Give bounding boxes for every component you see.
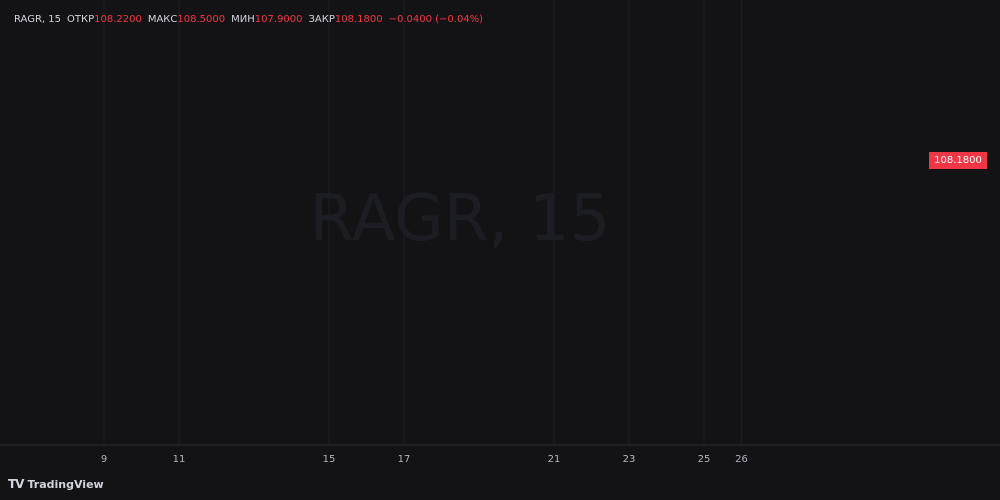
ohlc-header: RAGR, 15 ОТКР108.2200 МАКС108.5000 МИН10… (14, 14, 483, 25)
x-tick-label: 15 (323, 454, 336, 465)
low-value: 107.9000 (254, 14, 303, 25)
symbol-label[interactable]: RAGR, 15 (14, 14, 61, 25)
last-price-badge: 108.1800 (929, 152, 987, 169)
chart-canvas[interactable]: RAGR, 15 16.0115 (16.89%) 160115 94.0000… (0, 0, 1000, 500)
symbol-watermark: RAGR, 15 (310, 182, 611, 256)
close-label: ЗАКР (308, 14, 335, 25)
close-value: 108.1800 (334, 14, 383, 25)
low-label: МИН (231, 14, 255, 25)
x-tick-label: 21 (548, 454, 561, 465)
x-tick-label: 17 (398, 454, 411, 465)
high-value: 108.5000 (177, 14, 226, 25)
x-tick-label: 23 (623, 454, 636, 465)
brand-label: TradingView (27, 477, 104, 491)
open-value: 108.2200 (94, 14, 142, 25)
tradingview-icon: 𝗧𝗩 (8, 477, 25, 491)
x-tick-label: 26 (735, 454, 748, 465)
change-value: −0.0400 (−0.04%) (388, 14, 484, 25)
watermark: RAGR, 15 (310, 182, 611, 256)
tradingview-logo[interactable]: 𝗧𝗩 TradingView (8, 477, 104, 491)
open-label: ОТКР (67, 14, 95, 25)
high-label: МАКС (147, 14, 178, 25)
x-tick-label: 9 (101, 454, 107, 465)
x-tick-label: 11 (173, 454, 186, 465)
x-tick-label: 25 (698, 454, 711, 465)
